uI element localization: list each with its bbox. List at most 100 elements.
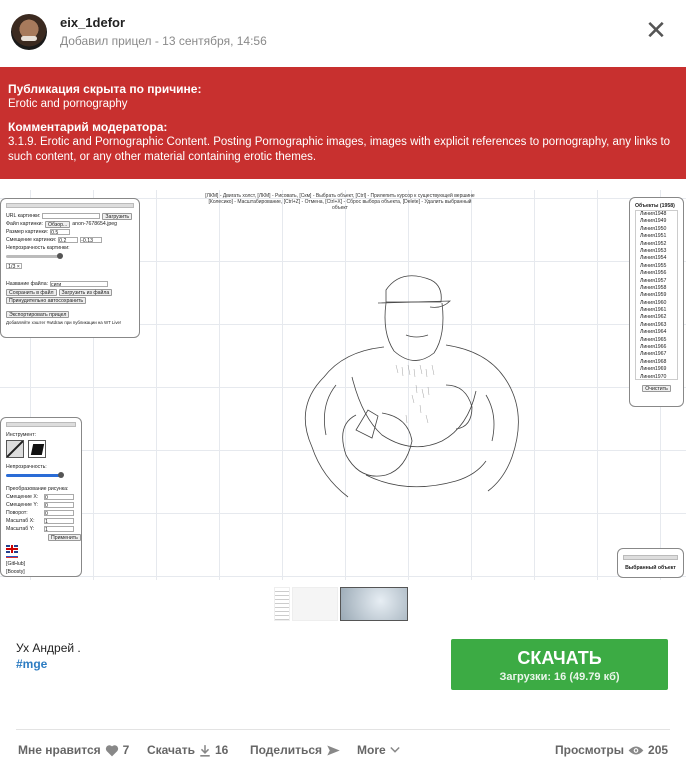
url-input <box>42 213 101 219</box>
scale-select: 1/3 × <box>6 263 22 270</box>
panel-drag-bar <box>6 203 134 208</box>
transform-field-input: 0 <box>44 494 74 501</box>
object-list-item: Линия1970 <box>640 373 667 380</box>
hashtag-link[interactable]: #mge <box>16 657 47 671</box>
thumbnail[interactable] <box>292 587 338 621</box>
load-file-button: Загрузить из файла <box>58 288 113 296</box>
transform-field-input: 1 <box>44 518 74 525</box>
filename-field: сиги <box>50 281 109 288</box>
object-list-item: Линия1950 <box>640 225 667 232</box>
boosty-link: [Boosty] <box>6 568 25 575</box>
transform-field-input: 1 <box>44 526 74 533</box>
like-label: Мне нравится <box>18 743 101 757</box>
moderator-comment-title: Комментарий модератора: <box>8 120 168 134</box>
object-list-item: Линия1962 <box>640 314 667 321</box>
object-list-item: Линия1967 <box>640 351 667 358</box>
moderation-banner: Публикация скрыта по причине: Erotic and… <box>0 67 686 179</box>
transform-field-row: Смещение Y: 0 <box>6 501 76 509</box>
transform-field-label: Поворот: <box>6 509 28 516</box>
selected-object-title: Выбранный объект <box>625 564 676 571</box>
close-icon[interactable]: ✕ <box>643 17 669 44</box>
object-list-item: Линия1956 <box>640 270 667 277</box>
transform-field-row: Поворот: 0 <box>6 509 76 517</box>
object-list-item: Линия1959 <box>640 292 667 299</box>
tool-panel: Инструмент: Непрозрачность: Преобразован… <box>0 417 82 577</box>
object-list-item: Линия1966 <box>640 344 667 351</box>
file-label: Файл картинки: <box>6 220 43 227</box>
transform-field-label: Смещение X: <box>6 493 39 500</box>
transform-field-input: 0 <box>44 510 74 517</box>
panel-drag-bar <box>6 422 76 427</box>
download-action[interactable]: Скачать 16 <box>147 741 228 759</box>
avatar[interactable] <box>11 14 47 50</box>
transform-field-label: Масштаб Y: <box>6 525 35 532</box>
object-list-item: Линия1963 <box>640 321 667 328</box>
thumbnail[interactable] <box>340 587 408 621</box>
object-list-item: Линия1953 <box>640 247 667 254</box>
line-art-drawing <box>304 275 519 498</box>
transform-field-label: Смещение Y: <box>6 501 38 508</box>
load-button: Загрузить <box>102 212 133 220</box>
thumbnail[interactable] <box>274 587 290 621</box>
post-image[interactable]: [ЛКМ] - Двигать холст, [ЛКМ] - Рисовать,… <box>0 190 686 580</box>
more-button[interactable]: More <box>357 741 400 759</box>
opacity-slider <box>6 252 63 259</box>
clear-button: Очистить <box>642 384 671 392</box>
divider <box>16 729 670 730</box>
views-counter: Просмотры 205 <box>555 741 668 759</box>
export-button: Экспортировать прицел <box>6 310 70 318</box>
polygon-tool-icon <box>28 440 46 458</box>
object-list-item: Линия1949 <box>640 218 667 225</box>
object-list-item: Линия1958 <box>640 284 667 291</box>
object-list-item: Линия1952 <box>640 240 667 247</box>
transform-label: Преобразование рисунка: <box>6 485 69 492</box>
transform-field-row: Масштаб X: 1 <box>6 517 76 525</box>
flag-row-2 <box>6 555 18 558</box>
size-field: 0.5 <box>50 229 71 236</box>
object-list-item: Линия1965 <box>640 336 667 343</box>
objects-list: Линия1948 Линия1949 Линия1950 Линия1951 Лини… <box>635 210 678 380</box>
transform-field-row: Масштаб Y: 1 <box>6 525 76 533</box>
like-count: 7 <box>122 743 130 757</box>
line-tool-icon <box>6 440 24 458</box>
moderator-comment-text: 3.1.9. Erotic and Pornographic Content. … <box>8 136 671 163</box>
download-icon <box>200 744 210 757</box>
object-list-item: Линия1969 <box>640 366 667 373</box>
tool-label: Инструмент: <box>6 431 37 438</box>
apply-button: Применить <box>48 533 81 541</box>
post-header: eix_1defor Добавил прицел - 13 сентября,… <box>0 0 686 66</box>
hidden-reason-text: Erotic and pornography <box>8 98 128 110</box>
hidden-reason-title: Публикация скрыта по причине: <box>8 82 202 96</box>
views-label: Просмотры <box>555 743 625 757</box>
download-button[interactable]: СКАЧАТЬ Загрузки: 16 (49.79 кб) <box>451 639 668 690</box>
save-file-button: Сохранить в файл <box>6 288 57 296</box>
autosave-button: Принудительно автосохранить <box>6 296 87 304</box>
heart-icon <box>105 744 118 756</box>
editor-hints: [ЛКМ] - Двигать холст, [ЛКМ] - Рисовать,… <box>200 193 480 211</box>
actions-bar: Мне нравится 7 Скачать 16 Поделиться Mor… <box>0 741 686 761</box>
object-list-item: Линия1960 <box>640 299 667 306</box>
image-thumbnails <box>274 587 408 621</box>
author-name[interactable]: Ух Андрей . <box>16 641 81 655</box>
share-icon <box>327 745 340 755</box>
more-label: More <box>357 743 386 757</box>
panel-drag-bar <box>623 555 678 560</box>
views-count: 205 <box>648 743 669 757</box>
download-stats: Загрузки: 16 (49.79 кб) <box>499 671 620 683</box>
browse-button: Обзор... <box>44 220 71 228</box>
object-list-item: Линия1957 <box>640 277 667 284</box>
share-label: Поделиться <box>250 743 323 757</box>
tool-opacity-slider <box>6 471 64 478</box>
object-list-item: Линия1948 <box>640 211 667 217</box>
like-button[interactable]: Мне нравится 7 <box>18 741 129 759</box>
download-button-label: СКАЧАТЬ <box>517 648 602 668</box>
username[interactable]: eix_1defor <box>60 15 125 30</box>
share-button[interactable]: Поделиться <box>250 741 341 759</box>
download-action-label: Скачать <box>147 743 195 757</box>
download-action-count: 16 <box>214 743 229 757</box>
hashtag-note: Добавляйте хэштег #wtdraw при публикации… <box>6 319 122 325</box>
tool-opacity-label: Непрозрачность: <box>6 463 47 470</box>
object-list-item: Линия1955 <box>640 262 667 269</box>
transform-field-input: 0 <box>44 502 74 509</box>
eye-icon <box>628 746 644 754</box>
